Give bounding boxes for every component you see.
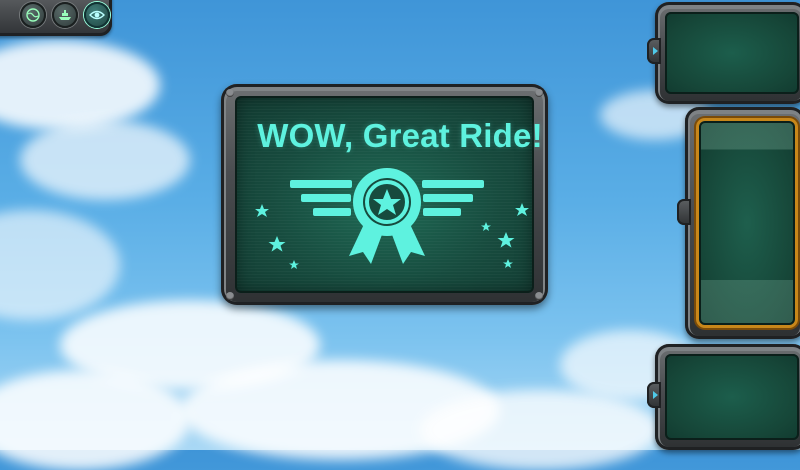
top-left-toolbar bbox=[0, 0, 112, 36]
globe-icon bbox=[26, 8, 40, 22]
slot-screen bbox=[665, 354, 799, 440]
rivet bbox=[535, 89, 543, 97]
globe-button[interactable] bbox=[20, 2, 46, 28]
rivet bbox=[226, 89, 234, 97]
slot-arrow-icon bbox=[653, 391, 658, 399]
sparkle-stars bbox=[255, 203, 529, 269]
ship-icon bbox=[59, 10, 71, 20]
side-slot-bottom[interactable] bbox=[647, 344, 800, 450]
rivet bbox=[535, 292, 543, 300]
slot-screen bbox=[665, 12, 799, 94]
side-slot-middle-selected[interactable] bbox=[677, 107, 800, 339]
slot-nub bbox=[677, 199, 691, 225]
eye-icon bbox=[89, 10, 105, 20]
slot-arrow-icon bbox=[653, 47, 658, 55]
slot-screen bbox=[699, 121, 795, 325]
rivet bbox=[226, 292, 234, 300]
award-headline: WOW, Great Ride! bbox=[257, 117, 543, 154]
ship-button[interactable] bbox=[52, 2, 78, 28]
side-slot-top[interactable] bbox=[647, 2, 800, 104]
eye-button[interactable] bbox=[84, 2, 110, 28]
